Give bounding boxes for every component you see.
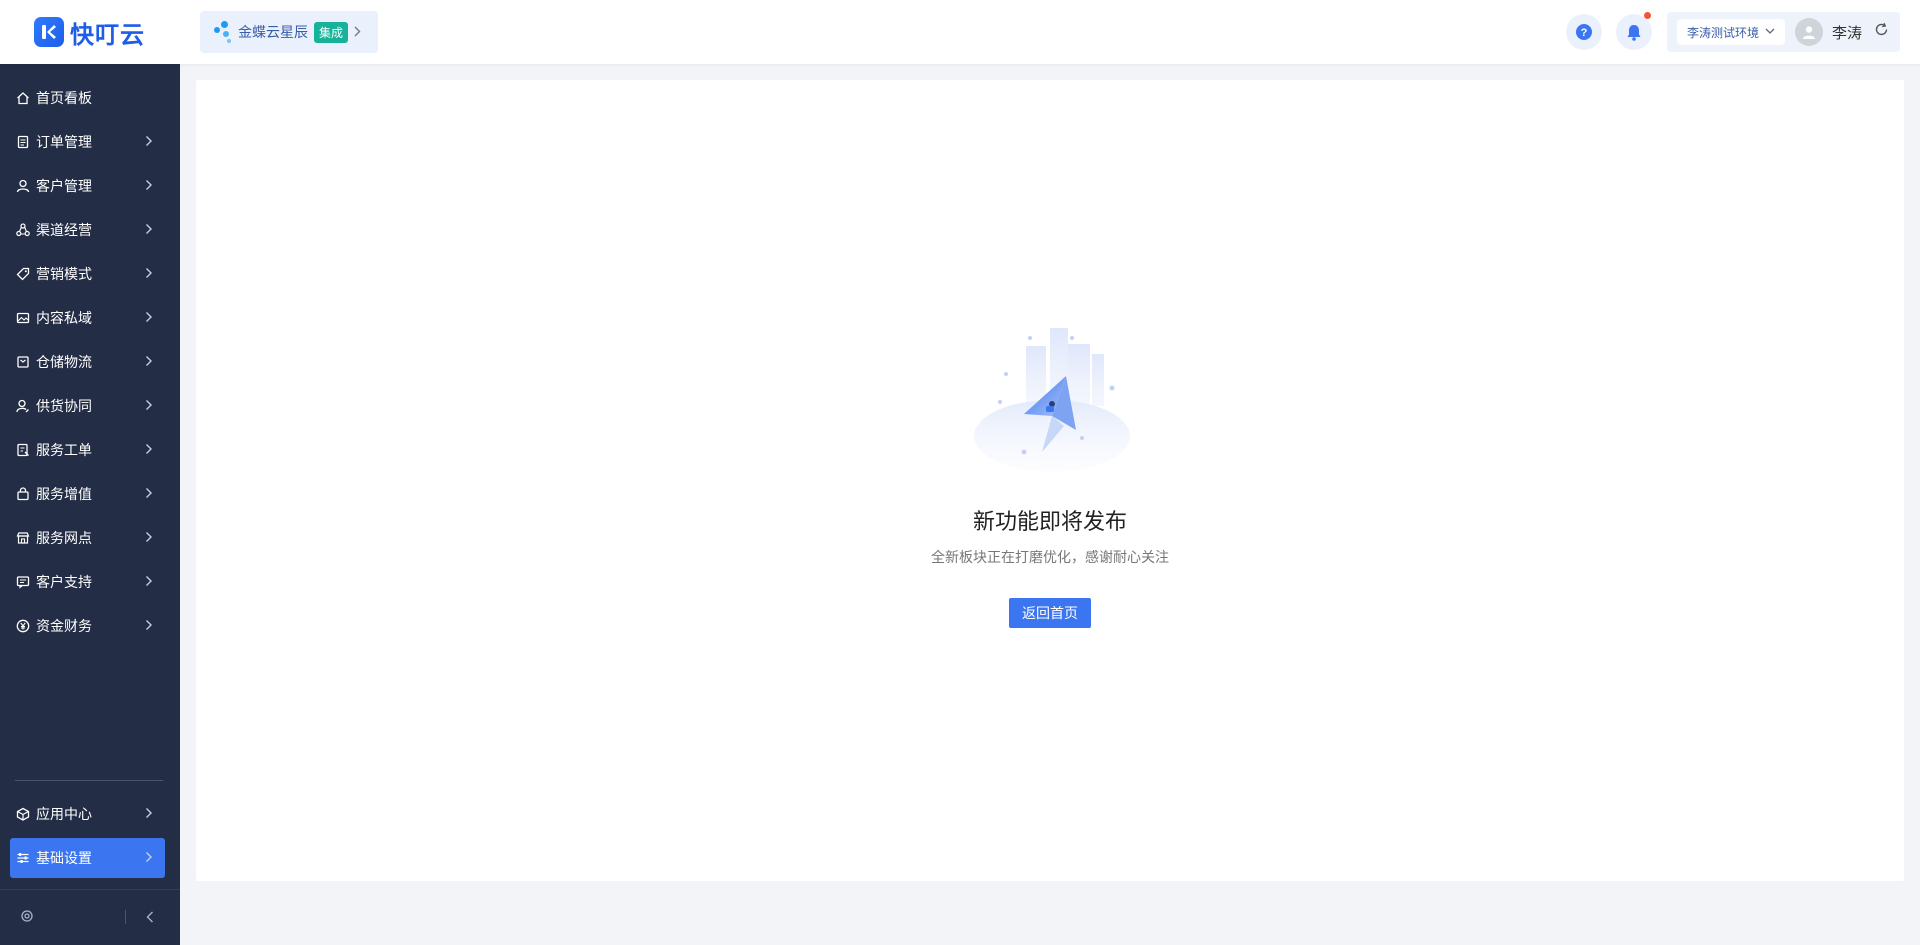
tag-icon	[16, 267, 30, 281]
chevron-right-icon	[145, 222, 153, 236]
cube-icon	[16, 807, 30, 821]
return-home-button[interactable]: 返回首页	[1009, 598, 1091, 628]
sidebar-footer-divider	[0, 889, 180, 890]
ticket-icon	[16, 443, 30, 457]
channel-icon	[16, 223, 30, 237]
sidebar-item-clipboard[interactable]: 订单管理	[10, 122, 165, 162]
chevron-down-icon	[1765, 27, 1775, 38]
chevron-right-icon	[145, 574, 153, 588]
supplier-icon	[16, 399, 30, 413]
sidebar-item-store[interactable]: 服务网点	[10, 518, 165, 558]
main-content: 新功能即将发布 全新板块正在打磨优化，感谢耐心关注 返回首页	[196, 80, 1904, 881]
help-button[interactable]: ?	[1566, 14, 1602, 50]
clipboard-icon	[16, 135, 30, 149]
coming-soon-illustration	[964, 326, 1140, 476]
chevron-right-icon	[145, 134, 153, 148]
sidebar-item-label: 应用中心	[36, 806, 92, 822]
environment-select[interactable]: 李涛测试环境	[1677, 19, 1786, 45]
support-icon	[16, 575, 30, 589]
avatar[interactable]	[1795, 18, 1824, 46]
refresh-icon[interactable]	[1874, 22, 1889, 42]
sidebar-item-label: 营销模式	[36, 266, 92, 282]
sidebar-item-user[interactable]: 客户管理	[10, 166, 165, 206]
logo-text: 快叮云	[70, 21, 145, 49]
logo-mark-icon	[34, 17, 64, 47]
sidebar-item-warehouse[interactable]: 仓储物流	[10, 342, 165, 382]
chevron-right-icon	[145, 850, 153, 864]
empty-state-subtitle: 全新板块正在打磨优化，感谢耐心关注	[931, 549, 1169, 565]
chevron-right-icon	[145, 354, 153, 368]
chevron-right-icon	[145, 486, 153, 500]
chevron-right-icon	[145, 266, 153, 280]
image-icon	[16, 311, 30, 325]
sidebar-item-bag[interactable]: 服务增值	[10, 474, 165, 514]
sidebar-item-label: 客户支持	[36, 574, 92, 590]
sidebar-item-label: 渠道经营	[36, 222, 92, 238]
home-icon	[16, 91, 30, 105]
bag-icon	[16, 487, 30, 501]
sidebar-item-label: 供货协同	[36, 398, 92, 414]
user-avatar-icon	[1803, 26, 1816, 39]
settings-sliders-icon	[16, 851, 30, 865]
chevron-right-icon	[145, 310, 153, 324]
sidebar-item-settings-sliders[interactable]: 基础设置	[10, 838, 165, 878]
environment-label: 李涛测试环境	[1687, 25, 1760, 40]
yen-icon	[16, 619, 30, 633]
username: 李涛	[1832, 24, 1863, 42]
sidebar-item-home[interactable]: 首页看板	[10, 78, 165, 118]
store-icon	[16, 531, 30, 545]
chevron-right-icon	[354, 25, 361, 40]
chevron-right-icon	[145, 178, 153, 192]
sidebar-item-support[interactable]: 客户支持	[10, 562, 165, 602]
chevron-right-icon	[145, 442, 153, 456]
sidebar-item-channel[interactable]: 渠道经营	[10, 210, 165, 250]
sidebar-item-label: 服务工单	[36, 442, 92, 458]
app-logo[interactable]: 快叮云	[34, 16, 145, 49]
sidebar-item-ticket[interactable]: 服务工单	[10, 430, 165, 470]
notification-dot	[1644, 12, 1651, 19]
collapse-sidebar-icon[interactable]	[146, 910, 156, 924]
bell-icon	[1627, 24, 1641, 41]
sidebar-item-label: 仓储物流	[36, 354, 92, 370]
integration-switcher[interactable]: 金蝶云星辰 集成	[200, 11, 378, 53]
sidebar-item-cube[interactable]: 应用中心	[10, 794, 165, 834]
user-icon	[16, 179, 30, 193]
sidebar-item-label: 订单管理	[36, 134, 92, 150]
sidebar-item-supplier[interactable]: 供货协同	[10, 386, 165, 426]
notifications-button[interactable]	[1616, 12, 1652, 50]
chevron-right-icon	[145, 806, 153, 820]
integration-label: 金蝶云星辰	[238, 24, 308, 40]
integration-logo-icon	[212, 19, 234, 45]
sidebar: 首页看板订单管理客户管理渠道经营营销模式内容私域仓储物流供货协同服务工单服务增值…	[0, 64, 180, 945]
sidebar-item-yen[interactable]: 资金财务	[10, 606, 165, 646]
sidebar-item-label: 基础设置	[36, 850, 92, 866]
gear-icon[interactable]	[20, 909, 36, 925]
sidebar-item-image[interactable]: 内容私域	[10, 298, 165, 338]
warehouse-icon	[16, 355, 30, 369]
sidebar-item-label: 服务增值	[36, 486, 92, 502]
footer-separator	[125, 910, 126, 924]
chevron-right-icon	[145, 530, 153, 544]
sidebar-item-label: 客户管理	[36, 178, 92, 194]
sidebar-item-tag[interactable]: 营销模式	[10, 254, 165, 294]
empty-state-title: 新功能即将发布	[972, 509, 1127, 534]
chevron-right-icon	[145, 618, 153, 632]
sidebar-item-label: 服务网点	[36, 530, 92, 546]
top-header: 快叮云 金蝶云星辰 集成 ? 李涛测试环境 李涛	[0, 0, 1920, 64]
sidebar-item-label: 首页看板	[36, 90, 92, 106]
sidebar-item-label: 资金财务	[36, 618, 92, 634]
chevron-right-icon	[145, 398, 153, 412]
sidebar-divider	[15, 780, 163, 781]
user-area: 李涛测试环境 李涛	[1667, 12, 1900, 52]
sidebar-item-label: 内容私域	[36, 310, 92, 326]
integration-badge: 集成	[314, 21, 349, 43]
svg-text:?: ?	[1581, 27, 1588, 39]
question-circle-icon: ?	[1576, 24, 1592, 40]
